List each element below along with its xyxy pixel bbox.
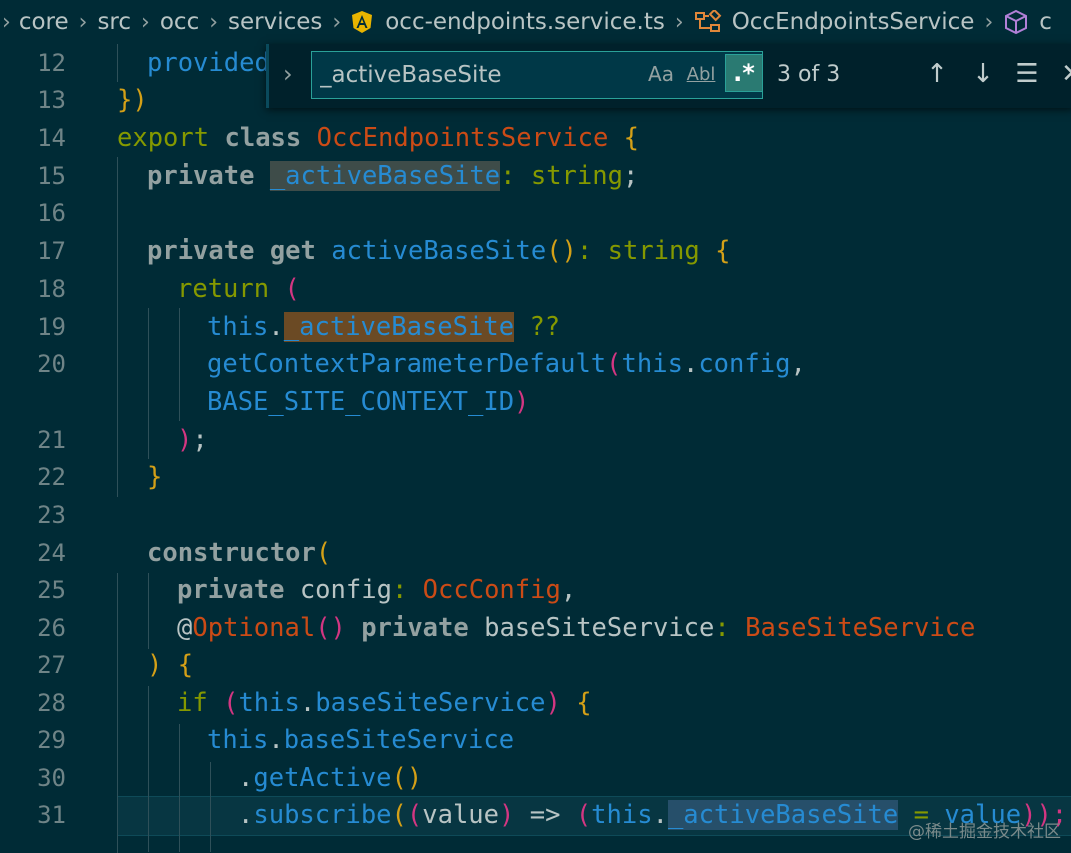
code-line-27: ) { [147,650,194,680]
breadcrumb-item-method[interactable]: c [1003,9,1052,35]
breadcrumb-item-class[interactable]: OccEndpointsService [694,9,974,35]
code-editor[interactable]: 12 13 14 15 16 17 18 19 20 21 22 23 24 2… [0,44,1071,853]
line-number: 31 [37,801,66,829]
code-line-19: this._activeBaseSite ?? [207,312,561,342]
find-widget: › Aa Abl .* 3 of 3 ↑ ↓ ☰ ✕ [266,44,1071,108]
line-number: 18 [37,275,66,303]
chevron-right-icon: › [78,9,88,35]
chevron-right-icon: › [2,9,11,35]
line-number: 26 [37,614,66,642]
watermark: @稀土掘金技术社区 [908,822,1061,842]
code-line-29: this.baseSiteService [207,725,515,755]
line-number: 22 [37,463,66,491]
chevron-right-icon: › [332,9,342,35]
match-case-toggle[interactable]: Aa [643,56,679,92]
angular-icon [352,11,373,33]
code-line-21: ); [177,425,208,455]
code-line-25: private config: OccConfig, [177,575,577,605]
line-number: 30 [37,764,66,792]
close-icon[interactable]: ✕ [1055,56,1071,92]
chevron-right-icon: › [674,9,684,35]
line-number: 14 [37,124,66,152]
class-icon [694,10,722,32]
chevron-right-icon: › [984,9,994,35]
breadcrumb-item-file[interactable]: occ-endpoints.service.ts [351,9,665,35]
line-number: 24 [37,539,66,567]
line-number: 27 [37,651,66,679]
line-number: 21 [37,426,66,454]
code-line-22: } [147,462,163,492]
find-in-selection-icon[interactable]: ☰ [1010,56,1044,92]
search-match: _activeBaseSite [269,161,501,191]
line-number: 20 [37,350,66,378]
line-number: 29 [37,726,66,754]
code-line-13: }) [117,85,148,115]
method-cube-icon [1005,9,1028,35]
search-match: _activeBaseSite [667,800,899,830]
breadcrumb-item-src[interactable]: src [97,9,131,35]
breadcrumb-item-services[interactable]: services [228,9,322,35]
code-line-18: return ( [177,274,300,304]
code-line-12: provided [147,48,270,78]
code-line-15: private _activeBaseSite: string; [147,161,639,191]
chevron-right-icon: › [209,9,219,35]
match-count: 3 of 3 [777,62,841,87]
line-number: 16 [37,199,66,227]
chevron-right-icon: › [141,9,150,35]
use-regex-toggle[interactable]: .* [725,54,763,92]
line-number: 13 [37,86,66,114]
search-match-current: _activeBaseSite [283,312,515,342]
code-line-20: getContextParameterDefault(this.config, [207,349,806,379]
line-number: 12 [37,49,66,77]
code-line-28: if (this.baseSiteService) { [177,688,592,718]
line-number: 28 [37,689,66,717]
code-line-17: private get activeBaseSite(): string { [147,236,731,266]
code-line-20-wrap: BASE_SITE_CONTEXT_ID) [207,387,530,417]
next-match-arrow-down-icon[interactable]: ↓ [966,56,1000,92]
line-number: 15 [37,162,66,190]
code-line-14: export class OccEndpointsService { [117,123,640,153]
breadcrumb: › core › src › occ › services › occ-endp… [0,0,1071,44]
breadcrumb-item-core[interactable]: core [19,9,69,35]
line-number: 17 [37,237,66,265]
line-number: 23 [37,501,66,529]
code-line-26: @Optional() private baseSiteService: Bas… [177,613,976,643]
toggle-replace-chevron-icon[interactable]: › [283,60,293,88]
line-number: 25 [37,576,66,604]
previous-match-arrow-up-icon[interactable]: ↑ [920,56,954,92]
code-line-24: constructor( [147,538,332,568]
breadcrumb-item-occ[interactable]: occ [160,9,199,35]
code-line-30: .getActive() [238,763,423,793]
line-number: 19 [37,313,66,341]
match-whole-word-toggle[interactable]: Abl [683,56,719,92]
